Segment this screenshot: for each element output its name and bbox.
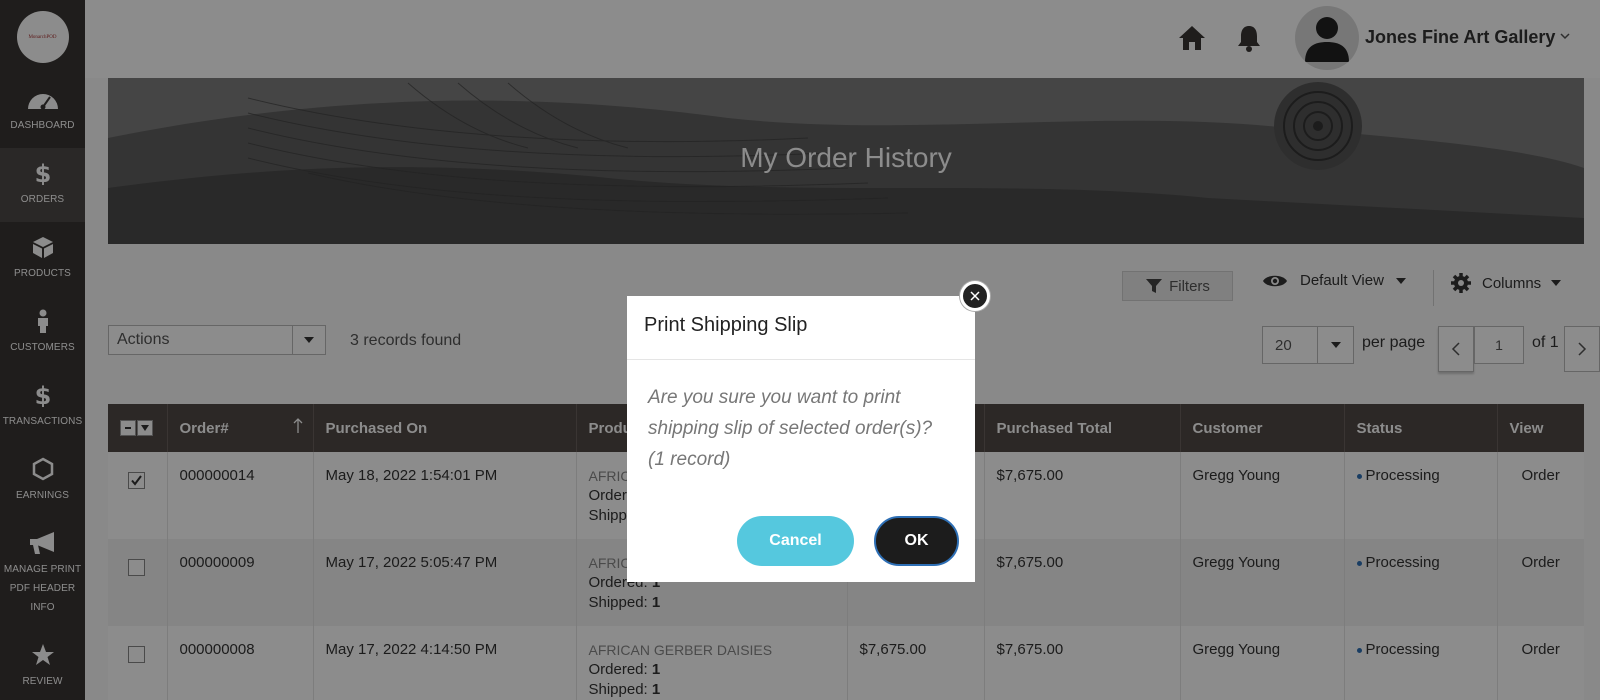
dialog-message: Are you sure you want to print shipping … (627, 360, 975, 497)
dialog-title: Print Shipping Slip (627, 296, 975, 360)
dialog-message-line: (1 record) (648, 449, 731, 470)
close-icon (970, 291, 980, 301)
dialog-message-line: Are you sure you want to print (648, 387, 901, 408)
ok-button[interactable]: OK (874, 516, 959, 566)
cancel-button[interactable]: Cancel (737, 516, 854, 566)
dialog-message-line: shipping slip of selected order(s)? (648, 418, 933, 439)
print-shipping-slip-dialog: Print Shipping Slip Are you sure you wan… (627, 281, 990, 582)
close-button[interactable] (960, 281, 990, 311)
